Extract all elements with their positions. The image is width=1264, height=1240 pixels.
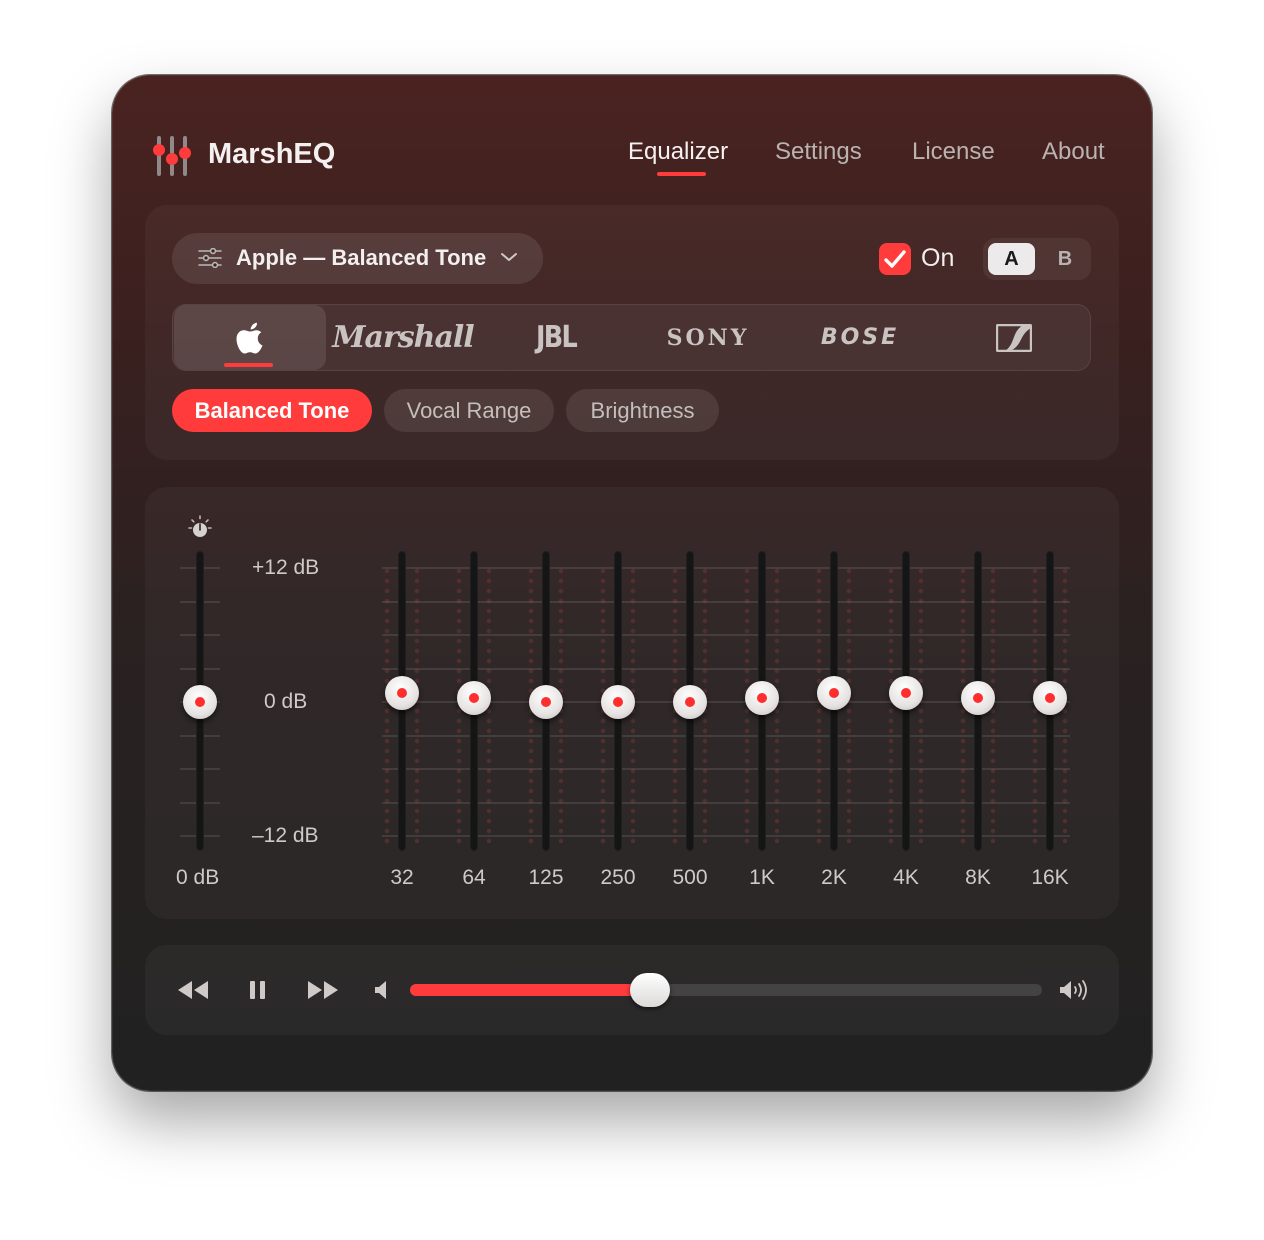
tab-about[interactable]: About xyxy=(1042,138,1105,166)
brand-sony[interactable]: SONY xyxy=(633,305,783,370)
preamp-knob[interactable] xyxy=(183,685,217,719)
chevron-down-icon xyxy=(501,253,517,261)
power-checkbox[interactable] xyxy=(879,243,911,275)
eq-band-knob-8K[interactable] xyxy=(961,680,995,715)
eq-band-label-64: 64 xyxy=(462,866,486,889)
db-min-label: –12 dB xyxy=(252,824,319,847)
eq-band-knob-250[interactable] xyxy=(601,685,635,719)
volume-fill xyxy=(410,984,651,996)
tone-chip-brightness[interactable]: Brightness xyxy=(566,389,719,432)
tone-chip-vocal[interactable]: Vocal Range xyxy=(384,389,554,432)
brand-apple[interactable] xyxy=(174,305,326,370)
eq-band-knob-125[interactable] xyxy=(529,685,563,719)
eq-band-label-250: 250 xyxy=(600,866,636,889)
speaker-low-icon xyxy=(375,981,386,999)
db-zero-label: 0 dB xyxy=(264,690,308,713)
brand-marshall[interactable]: Marshall xyxy=(328,305,478,370)
fast-forward-icon[interactable] xyxy=(306,978,340,1002)
eq-dot-column xyxy=(918,566,924,846)
eq-dot-column xyxy=(846,566,852,846)
sliders-icon xyxy=(198,248,222,268)
active-tab-indicator xyxy=(657,172,706,176)
ab-option-a[interactable]: A xyxy=(988,243,1035,275)
eq-band-label-1K: 1K xyxy=(749,866,775,889)
eq-band-label-2K: 2K xyxy=(821,866,847,889)
apple-logo-icon xyxy=(236,322,263,353)
eq-band-knob-2K[interactable] xyxy=(817,676,851,711)
volume-slider[interactable] xyxy=(410,984,1042,996)
eq-dot-column xyxy=(888,566,894,846)
eq-band-knob-16K[interactable] xyxy=(1033,680,1067,715)
rewind-icon[interactable] xyxy=(176,978,210,1002)
eq-dot-column xyxy=(414,566,420,846)
tone-chip-balanced[interactable]: Balanced Tone xyxy=(172,389,372,432)
selected-brand-indicator xyxy=(224,363,273,367)
ab-toggle: A B xyxy=(983,238,1091,280)
tab-license[interactable]: License xyxy=(912,138,995,166)
eq-band-label-8K: 8K xyxy=(965,866,991,889)
brand-selector: Marshall JBL SONY BOSE xyxy=(172,304,1091,371)
eq-band-knob-1K[interactable] xyxy=(745,680,779,715)
speaker-high-icon xyxy=(1060,980,1087,1000)
eq-band-label-125: 125 xyxy=(528,866,564,889)
preset-name: Apple — Balanced Tone xyxy=(236,245,487,270)
volume-thumb[interactable] xyxy=(630,973,671,1007)
eq-band-knob-500[interactable] xyxy=(673,685,707,719)
ab-option-b[interactable]: B xyxy=(1043,243,1087,275)
power-label[interactable]: On xyxy=(921,244,954,273)
eq-band-knob-64[interactable] xyxy=(457,680,491,715)
tab-equalizer[interactable]: Equalizer xyxy=(628,138,728,166)
eq-band-label-16K: 16K xyxy=(1031,866,1069,889)
db-max-label: +12 dB xyxy=(252,556,320,579)
preset-dropdown[interactable]: Apple — Balanced Tone xyxy=(172,233,543,284)
app-title: MarshEQ xyxy=(208,138,336,170)
eq-band-knob-4K[interactable] xyxy=(889,676,923,711)
mixer-logo-icon xyxy=(153,136,191,176)
eq-dot-column xyxy=(384,566,390,846)
brand-sennheiser[interactable] xyxy=(939,305,1089,370)
sennheiser-logo-icon xyxy=(996,323,1032,352)
pause-icon[interactable] xyxy=(248,978,268,1002)
eq-band-label-500: 500 xyxy=(672,866,708,889)
checkmark-icon xyxy=(884,250,906,268)
preamp-value-label: 0 dB xyxy=(176,866,220,889)
eq-band-label-32: 32 xyxy=(390,866,414,889)
eq-band-label-4K: 4K xyxy=(893,866,919,889)
eq-band-knob-32[interactable] xyxy=(385,676,419,711)
brand-bose[interactable]: BOSE xyxy=(785,305,935,370)
gain-knob-icon xyxy=(188,515,212,537)
tab-settings[interactable]: Settings xyxy=(775,138,862,166)
brand-jbl[interactable]: JBL xyxy=(492,305,620,370)
eq-dot-column xyxy=(816,566,822,846)
